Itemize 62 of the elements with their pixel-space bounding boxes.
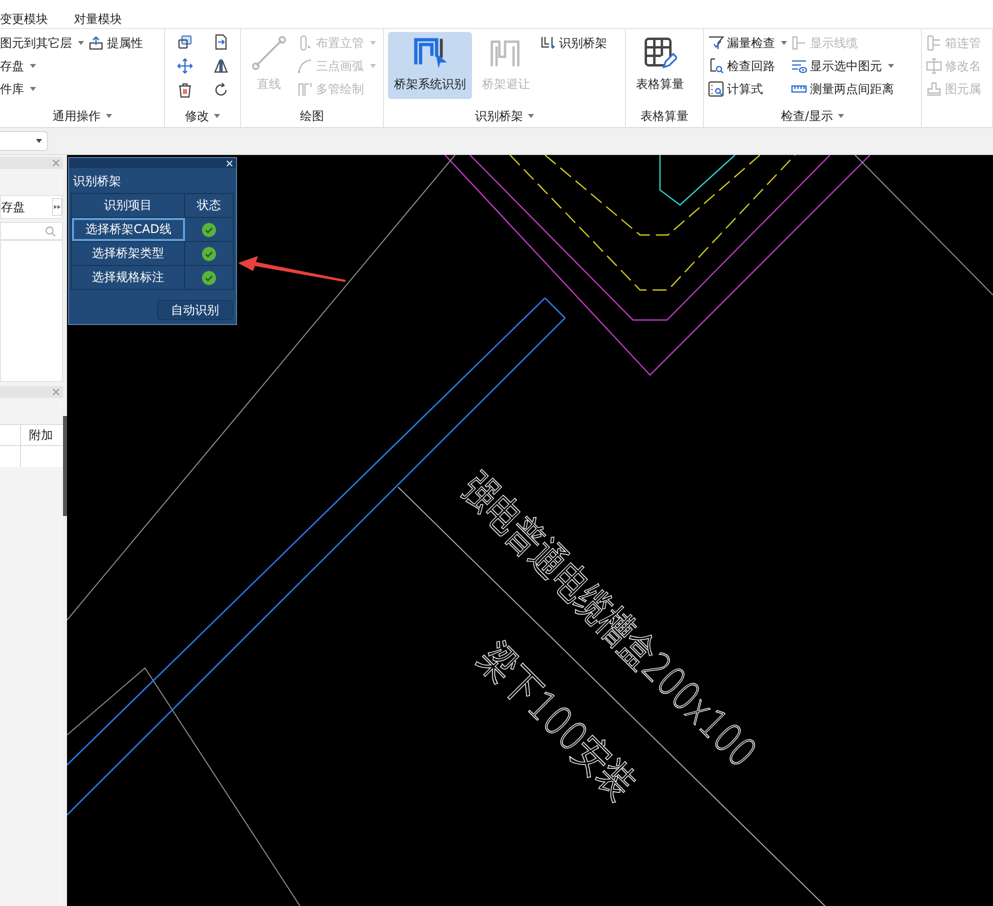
splitter-handle[interactable] [63, 416, 67, 516]
step-item[interactable]: 选择规格标注 [72, 266, 185, 289]
layers-eye-icon [791, 58, 807, 74]
ribbon-button[interactable]: 图元到其它层 [0, 32, 84, 54]
column-header: 状态 [196, 197, 222, 214]
caret-icon [838, 114, 844, 118]
ribbon-button[interactable]: 漏量检查 [708, 32, 787, 54]
dialog-title: 识别桥架 [72, 173, 122, 190]
funnel-icon [708, 35, 724, 51]
group-label-button[interactable]: 修改 [183, 108, 222, 124]
column-header: 识别项目 [72, 194, 185, 217]
group-label-button[interactable]: 表格算量 [638, 108, 690, 124]
group-label-button[interactable]: 检查/显示 [778, 108, 846, 124]
column-header: 附加 [20, 425, 61, 445]
menu-tab[interactable]: 对量模块 [74, 10, 122, 28]
caret-icon [214, 114, 220, 118]
multi-pipe-icon [297, 81, 313, 97]
caret-icon [30, 64, 36, 68]
caret-icon [36, 139, 42, 143]
cable-icon [791, 35, 807, 51]
tray-recognize-icon [413, 36, 447, 70]
ribbon-button[interactable]: 测量两点间距离 [791, 78, 894, 100]
expand-icon[interactable] [52, 198, 62, 216]
stamp-icon [926, 81, 942, 97]
group-label-button[interactable]: 通用操作 [50, 108, 114, 124]
auto-recognize-button[interactable]: 自动识别 [157, 300, 233, 320]
menu-tab[interactable]: 变更模块 [0, 10, 48, 28]
close-icon[interactable] [226, 160, 233, 166]
caret-icon [888, 64, 894, 68]
rename-icon [926, 58, 942, 74]
caret-icon [370, 64, 376, 68]
ribbon-button[interactable]: 识别桥架 [540, 32, 607, 54]
caret-icon [781, 41, 787, 45]
group-label-button[interactable]: 绘图 [298, 108, 326, 124]
step-item[interactable]: 选择桥架类型 [72, 242, 185, 265]
ribbon-button[interactable]: 表格算量 [630, 32, 690, 99]
ribbon-button[interactable]: 计算式 [708, 78, 787, 100]
line-icon [252, 36, 286, 70]
arc-icon [297, 58, 313, 74]
ribbon-button[interactable]: 提属性 [88, 32, 143, 54]
caret-icon [78, 41, 84, 45]
caret-icon [30, 87, 36, 91]
ribbon-button[interactable]: 显示选中图元 [791, 55, 894, 77]
dropdown-field[interactable] [0, 131, 48, 151]
ribbon-button[interactable]: 桥架系统识别 [388, 32, 472, 99]
loop-search-icon [708, 58, 724, 74]
ribbon-button[interactable]: 件库 [0, 78, 84, 100]
search-icon [45, 226, 56, 236]
caret-icon [106, 114, 112, 118]
move-button[interactable] [175, 56, 195, 76]
caret-icon [528, 114, 534, 118]
upload-tray-icon [88, 35, 104, 51]
table-pencil-icon [643, 36, 677, 70]
ribbon-button[interactable]: 存盘 [0, 55, 84, 77]
ribbon-button[interactable]: 检查回路 [708, 55, 787, 77]
box-pipe-icon [926, 35, 942, 51]
step-item[interactable]: 选择桥架CAD线 [72, 218, 185, 241]
group-label-button[interactable]: 识别桥架 [473, 108, 536, 124]
formula-icon [708, 81, 724, 97]
caret-icon [370, 41, 376, 45]
bracket-icon [540, 35, 556, 51]
search-field[interactable] [0, 222, 63, 240]
